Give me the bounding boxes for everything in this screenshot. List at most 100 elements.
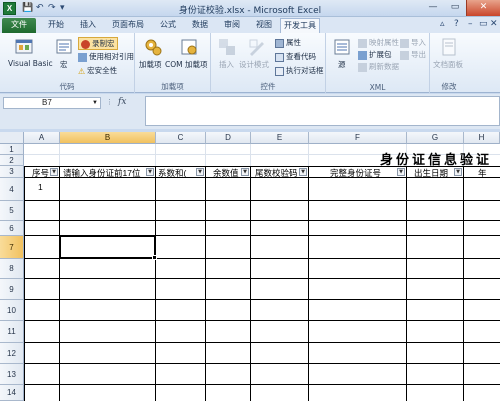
expansion-packs-label: 扩展包 xyxy=(369,50,392,59)
worksheet-grid[interactable]: A B C D E F G H 1 2 3 4 5 6 7 8 9 10 11 … xyxy=(0,132,500,401)
filter-dropdown-icon[interactable]: ▼ xyxy=(397,168,405,176)
tab-data[interactable]: 数据 xyxy=(186,18,214,33)
fill-handle[interactable] xyxy=(152,255,157,260)
select-all-button[interactable] xyxy=(0,132,24,144)
save-icon[interactable]: 💾 xyxy=(22,3,33,13)
row-header-1[interactable]: 1 xyxy=(0,144,24,155)
column-header-c[interactable]: C xyxy=(156,132,206,144)
xml-source-icon xyxy=(334,39,350,55)
doc-restore-icon[interactable]: ▭ xyxy=(479,19,488,29)
relative-reference-icon xyxy=(78,52,87,62)
design-mode-button[interactable]: 设计模式 xyxy=(239,59,269,70)
row-header-6[interactable]: 6 xyxy=(0,221,24,236)
run-dialog-button[interactable]: 执行对话框 xyxy=(275,65,324,76)
gridline xyxy=(250,144,251,166)
filter-dropdown-icon[interactable]: ▼ xyxy=(196,168,204,176)
row-header-11[interactable]: 11 xyxy=(0,321,24,343)
row-header-3[interactable]: 3 xyxy=(0,166,24,178)
xml-source-button[interactable]: 源 xyxy=(338,59,346,70)
undo-icon[interactable]: ↶ xyxy=(36,3,44,13)
properties-button[interactable]: 属性 xyxy=(275,37,301,48)
table-border xyxy=(24,342,500,343)
addins-button[interactable]: 加载项 xyxy=(139,59,162,70)
filter-dropdown-icon[interactable]: ▼ xyxy=(299,168,307,176)
xml-import-button[interactable]: 导入 xyxy=(400,37,426,48)
com-addins-button[interactable]: COM 加载项 xyxy=(165,59,208,70)
filter-dropdown-icon[interactable]: ▼ xyxy=(241,168,249,176)
header-cell-birth-date: 出生日期 xyxy=(414,168,449,178)
close-button[interactable]: ✕ xyxy=(466,0,500,16)
doc-minimize-icon[interactable]: – xyxy=(468,19,473,29)
expansion-packs-button[interactable]: 扩展包 xyxy=(358,49,392,60)
row-header-10[interactable]: 10 xyxy=(0,300,24,321)
insert-function-button[interactable]: fx xyxy=(118,97,126,107)
insert-control-button[interactable]: 插入 xyxy=(219,59,234,70)
table-border xyxy=(24,320,500,321)
filter-dropdown-icon[interactable]: ▼ xyxy=(454,168,462,176)
row-header-2[interactable]: 2 xyxy=(0,155,24,166)
row-header-8[interactable]: 8 xyxy=(0,259,24,279)
row-header-4[interactable]: 4 xyxy=(0,178,24,201)
properties-label: 属性 xyxy=(286,38,301,47)
visual-basic-button[interactable]: Visual Basic xyxy=(8,59,53,68)
row-header-12[interactable]: 12 xyxy=(0,343,24,364)
formula-bar-splitter-icon[interactable]: ⋮ xyxy=(106,98,113,106)
minimize-button[interactable]: — xyxy=(422,0,444,16)
maximize-button[interactable]: ▭ xyxy=(444,0,466,16)
filter-dropdown-icon[interactable]: ▼ xyxy=(146,168,154,176)
refresh-data-button[interactable]: 刷新数据 xyxy=(358,61,399,72)
row-header-13[interactable]: 13 xyxy=(0,364,24,385)
table-border xyxy=(205,166,206,401)
column-header-a[interactable]: A xyxy=(24,132,60,144)
help-icon[interactable]: ? xyxy=(454,19,459,29)
tab-view[interactable]: 视图 xyxy=(250,18,278,33)
record-macro-button[interactable]: 录制宏 xyxy=(78,37,118,50)
row-header-9[interactable]: 9 xyxy=(0,279,24,300)
redo-icon[interactable]: ↷ xyxy=(48,3,56,13)
document-panel-button[interactable]: 文档面板 xyxy=(433,59,463,70)
active-cell-b7[interactable] xyxy=(59,235,156,259)
xml-export-button[interactable]: 导出 xyxy=(400,49,426,60)
macro-security-button[interactable]: ⚠ 宏安全性 xyxy=(78,65,117,76)
row-header-5[interactable]: 5 xyxy=(0,201,24,221)
formula-input[interactable] xyxy=(145,96,500,126)
excel-app-icon[interactable]: X xyxy=(3,2,16,15)
tab-insert[interactable]: 插入 xyxy=(74,18,102,33)
window-title: 身份证校验.xlsx - Microsoft Excel xyxy=(178,6,322,16)
name-box[interactable]: B7 ▼ xyxy=(3,97,101,109)
table-border xyxy=(24,200,500,201)
column-header-f[interactable]: F xyxy=(309,132,407,144)
relative-reference-button[interactable]: 使用相对引用 xyxy=(78,51,134,62)
view-code-button[interactable]: 查看代码 xyxy=(275,51,316,62)
group-controls: 插入 设计模式 属性 查看代码 执行对话框 控件 xyxy=(211,33,326,93)
column-header-b[interactable]: B xyxy=(60,132,156,144)
map-properties-button[interactable]: 映射属性 xyxy=(358,37,399,48)
xml-export-label: 导出 xyxy=(411,50,426,59)
group-code: Visual Basic 宏 录制宏 使用相对引用 ⚠ 宏安全性 代码 xyxy=(0,33,135,93)
name-box-dropdown-icon[interactable]: ▼ xyxy=(92,98,98,108)
group-label-code: 代码 xyxy=(59,82,75,91)
doc-close-icon[interactable]: ✕ xyxy=(490,19,498,29)
column-header-d[interactable]: D xyxy=(206,132,251,144)
tab-formulas[interactable]: 公式 xyxy=(154,18,182,33)
table-border xyxy=(24,299,500,300)
column-header-g[interactable]: G xyxy=(407,132,464,144)
tab-file[interactable]: 文件 xyxy=(2,18,36,33)
column-header-h[interactable]: H xyxy=(464,132,500,144)
macros-icon xyxy=(56,39,72,54)
row-header-14[interactable]: 14 xyxy=(0,385,24,401)
qat-customize-icon[interactable]: ▾ xyxy=(60,3,65,13)
filter-dropdown-icon[interactable]: ▼ xyxy=(50,168,58,176)
row-header-7[interactable]: 7 xyxy=(0,236,24,259)
tab-home[interactable]: 开始 xyxy=(42,18,70,33)
column-header-e[interactable]: E xyxy=(251,132,309,144)
tab-page-layout[interactable]: 页面布局 xyxy=(106,18,150,33)
minimize-ribbon-icon[interactable]: ▵ xyxy=(440,19,445,29)
cell-a4[interactable]: 1 xyxy=(38,182,50,192)
tab-developer[interactable]: 开发工具 xyxy=(280,18,320,33)
group-label-controls: 控件 xyxy=(260,82,276,91)
tab-review[interactable]: 审阅 xyxy=(218,18,246,33)
group-label-addins: 加载项 xyxy=(161,82,184,91)
macros-button[interactable]: 宏 xyxy=(60,59,68,70)
table-border xyxy=(59,166,60,401)
